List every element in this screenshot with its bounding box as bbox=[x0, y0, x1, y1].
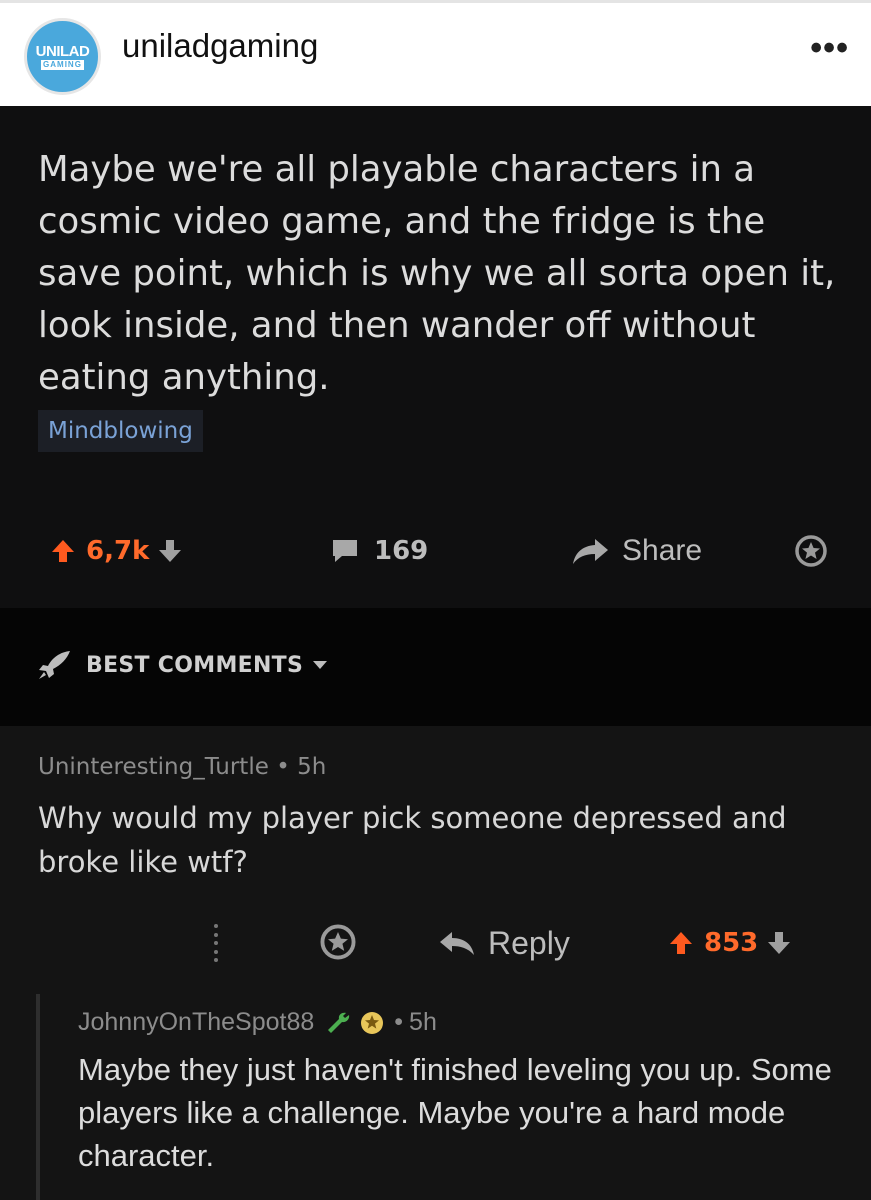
instagram-header: UNILAD GAMING uniladgaming ••• bbox=[0, 0, 871, 106]
post-action-bar: 6,7k 169 Share bbox=[0, 526, 871, 576]
share-icon bbox=[573, 539, 608, 564]
post-title[interactable]: Maybe we're all playable characters in a… bbox=[38, 144, 838, 404]
upvote-icon[interactable] bbox=[668, 930, 694, 956]
post-card: Maybe we're all playable characters in a… bbox=[0, 106, 871, 608]
sort-label: BEST COMMENTS bbox=[86, 652, 304, 678]
comment-votes: 853 bbox=[668, 918, 792, 968]
avatar-text-bottom: GAMING bbox=[41, 59, 84, 70]
wrench-icon bbox=[328, 1012, 350, 1033]
comment-meta: Uninteresting_Turtle • 5h bbox=[38, 754, 326, 780]
gold-award-icon bbox=[361, 1011, 384, 1034]
award-icon bbox=[795, 535, 827, 567]
meta-separator: • bbox=[394, 1008, 404, 1036]
reply-button[interactable]: Reply bbox=[438, 918, 570, 968]
upvote-icon[interactable] bbox=[50, 538, 76, 564]
downvote-icon[interactable] bbox=[766, 930, 792, 956]
share-button[interactable]: Share bbox=[570, 526, 702, 576]
downvote-icon[interactable] bbox=[157, 538, 183, 564]
post-comments-button[interactable]: 169 bbox=[330, 526, 428, 576]
reply-icon bbox=[440, 932, 474, 955]
thread-line[interactable] bbox=[36, 994, 40, 1200]
comment-sort-bar: BEST COMMENTS bbox=[0, 608, 871, 726]
reply-body: Maybe they just haven't finished levelin… bbox=[78, 1052, 832, 1173]
sort-dropdown[interactable]: BEST COMMENTS bbox=[36, 648, 328, 682]
comments-section: Uninteresting_Turtle • 5h Why would my p… bbox=[0, 726, 871, 1200]
comment-action-bar: Reply 853 bbox=[0, 918, 871, 968]
meta-separator: • bbox=[276, 754, 290, 780]
more-icon[interactable]: ••• bbox=[810, 29, 849, 68]
post-comment-count: 169 bbox=[374, 536, 429, 566]
post-vote-count: 6,7k bbox=[86, 536, 150, 566]
overflow-icon[interactable] bbox=[212, 924, 220, 962]
comment-vote-count: 853 bbox=[704, 928, 759, 958]
comment-age: 5h bbox=[297, 754, 327, 780]
reply-meta: JohnnyOnTheSpot88 • 5h bbox=[78, 1008, 437, 1037]
award-icon[interactable] bbox=[318, 922, 358, 962]
reply-label: Reply bbox=[488, 924, 570, 961]
rocket-icon bbox=[39, 651, 70, 679]
reply-author[interactable]: JohnnyOnTheSpot88 bbox=[78, 1008, 314, 1037]
user-flairs bbox=[324, 1009, 386, 1037]
post-flair[interactable]: Mindblowing bbox=[38, 410, 203, 452]
avatar-text-top: UNILAD bbox=[35, 42, 90, 60]
comment-icon bbox=[333, 540, 357, 562]
share-label: Share bbox=[622, 534, 703, 567]
post-votes: 6,7k bbox=[50, 526, 183, 576]
reply-age: 5h bbox=[409, 1008, 437, 1036]
chevron-down-icon bbox=[313, 661, 328, 669]
comment-author[interactable]: Uninteresting_Turtle bbox=[38, 754, 269, 780]
avatar[interactable]: UNILAD GAMING bbox=[24, 18, 101, 95]
username[interactable]: uniladgaming bbox=[122, 27, 318, 65]
comment-body: Why would my player pick someone depress… bbox=[38, 801, 787, 879]
award-button[interactable] bbox=[793, 526, 829, 576]
